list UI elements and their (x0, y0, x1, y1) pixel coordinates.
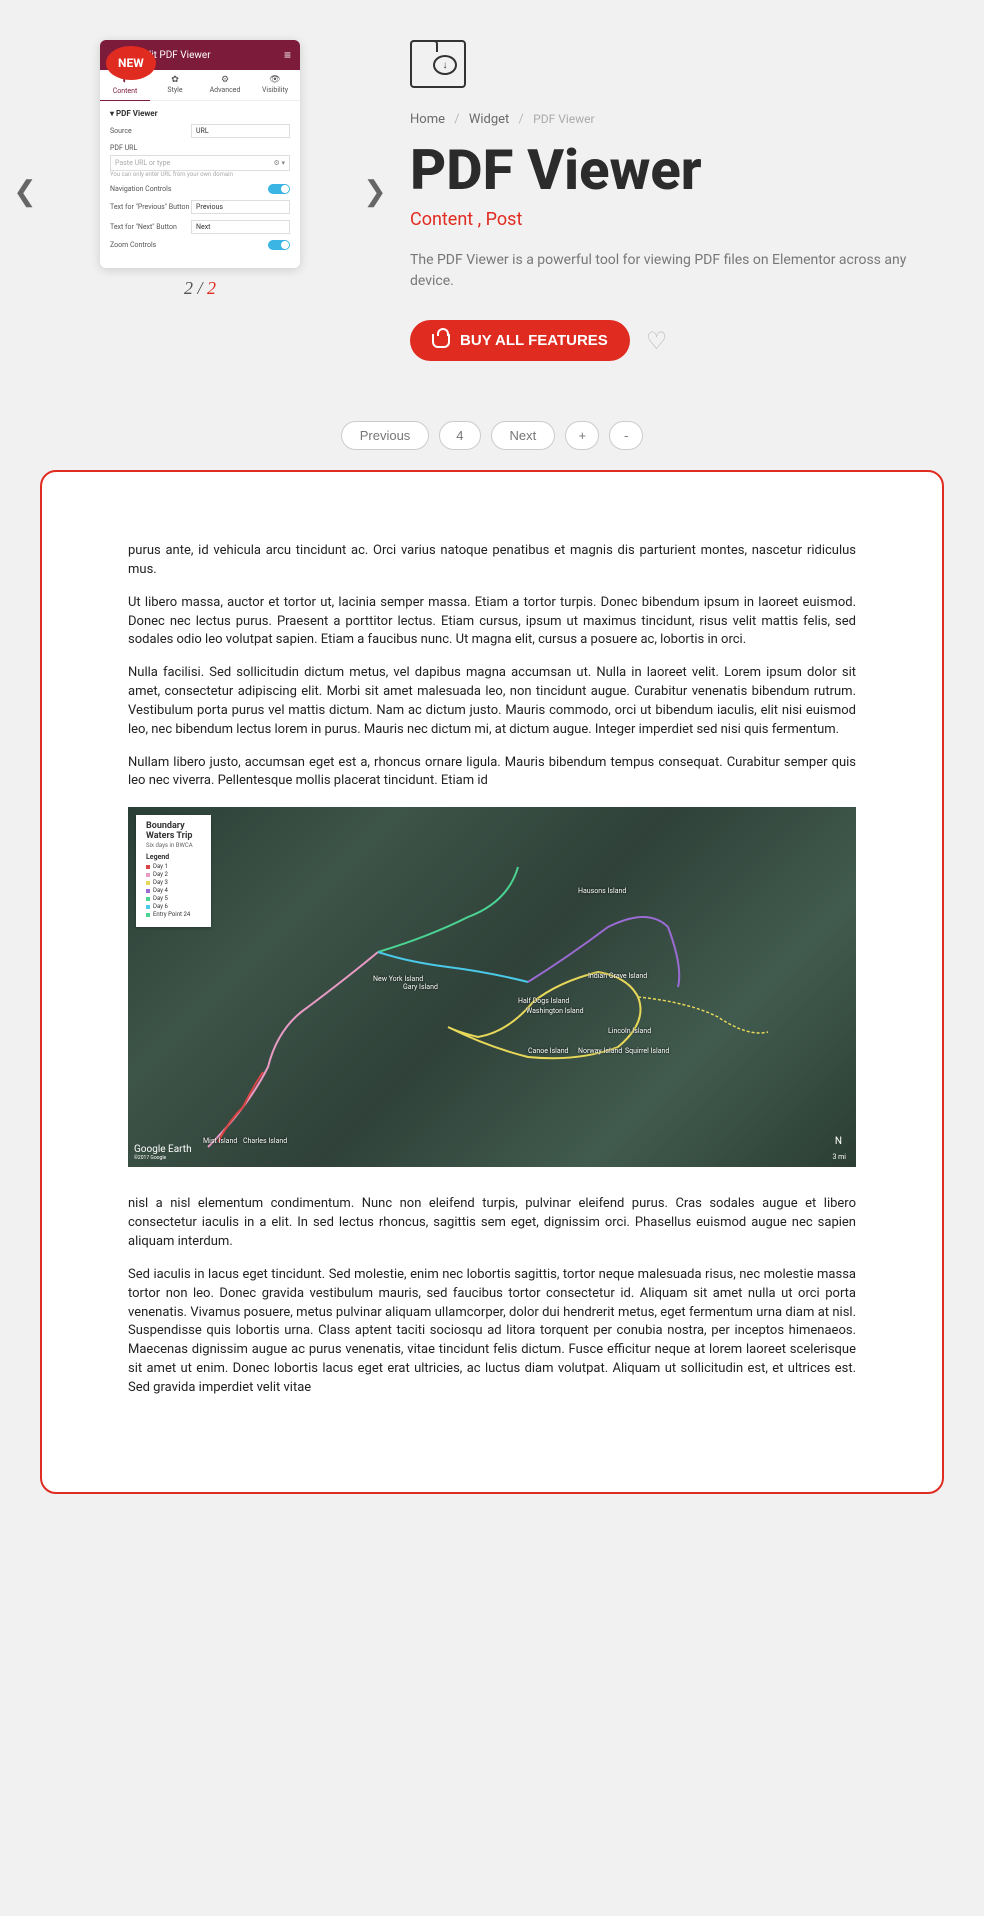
map-image: Boundary Waters Trip Six days in BWCA Le… (128, 807, 856, 1167)
next-text-label: Text for "Next" Button (110, 223, 177, 231)
page-title: PDF Viewer (410, 137, 944, 203)
zoom-controls-toggle (268, 240, 290, 250)
pdf-paragraph: Sed iaculis in lacus eget tincidunt. Sed… (128, 1266, 856, 1398)
top-section: ❮ ❯ NEW Edit PDF Viewer ≡ ◐Content ✿Styl… (40, 20, 944, 381)
hamburger-icon: ≡ (284, 48, 290, 62)
pdf-paragraph: Nullam libero justo, accumsan eget est a… (128, 754, 856, 792)
slide-tab-visibility: 👁Visibility (250, 70, 300, 100)
buy-all-features-button[interactable]: BUY ALL FEATURES (410, 320, 630, 361)
basket-icon (432, 334, 450, 348)
action-row: BUY ALL FEATURES ♡ (410, 320, 944, 361)
map-compass-icon: N (835, 1136, 842, 1147)
carousel-prev-arrow[interactable]: ❮ (10, 174, 40, 207)
pdf-zoom-out-button[interactable]: - (609, 421, 643, 450)
next-text-value: Next (191, 220, 290, 234)
nav-controls-toggle (268, 184, 290, 194)
pdf-url-label: PDF URL (110, 144, 290, 152)
pdf-zoom-in-button[interactable]: + (565, 421, 599, 450)
nav-controls-label: Navigation Controls (110, 185, 171, 193)
new-badge: NEW (106, 46, 156, 80)
wishlist-heart-icon[interactable]: ♡ (646, 327, 668, 355)
pdf-page-number[interactable]: 4 (439, 421, 480, 450)
prev-text-label: Text for "Previous" Button (110, 203, 189, 211)
pdf-viewer-icon: ↓ (410, 40, 466, 88)
slide-section-title: ▾ PDF Viewer (110, 109, 290, 118)
pdf-url-note: You can only enter URL from your own dom… (110, 171, 290, 178)
pdf-paragraph: Nulla facilisi. Sed sollicitudin dictum … (128, 664, 856, 739)
pdf-prev-button[interactable]: Previous (341, 421, 430, 450)
slide-image: NEW Edit PDF Viewer ≡ ◐Content ✿Style ⚙A… (100, 40, 300, 268)
slide-body: ▾ PDF Viewer Source URL PDF URL Paste UR… (100, 101, 300, 268)
pdf-paragraph: nisl a nisl elementum condimentum. Nunc … (128, 1195, 856, 1252)
breadcrumb-current: PDF Viewer (533, 112, 594, 126)
categories[interactable]: Content , Post (410, 209, 944, 230)
map-attribution: Google Earth ©2017 Google (134, 1144, 192, 1161)
breadcrumb-home[interactable]: Home (410, 112, 445, 127)
carousel: ❮ ❯ NEW Edit PDF Viewer ≡ ◐Content ✿Styl… (40, 40, 360, 361)
slide-tab-advanced: ⚙Advanced (200, 70, 250, 100)
pdf-paragraph: purus ante, id vehicula arcu tincidunt a… (128, 542, 856, 580)
carousel-next-arrow[interactable]: ❯ (360, 174, 390, 207)
prev-text-value: Previous (191, 200, 290, 214)
breadcrumb-widget[interactable]: Widget (469, 112, 509, 127)
pdf-controls: Previous 4 Next + - (0, 421, 984, 450)
pdf-viewer-frame: purus ante, id vehicula arcu tincidunt a… (40, 470, 944, 1494)
info-column: ↓ Home / Widget / PDF Viewer PDF Viewer … (410, 40, 944, 361)
slide-counter: 2 / 2 (40, 278, 360, 299)
source-label: Source (110, 127, 132, 135)
description: The PDF Viewer is a powerful tool for vi… (410, 250, 944, 292)
zoom-controls-label: Zoom Controls (110, 241, 156, 249)
breadcrumb: Home / Widget / PDF Viewer (410, 112, 944, 127)
source-select: URL (191, 124, 290, 138)
pdf-url-input: Paste URL or type ⚙ ▾ (110, 155, 290, 171)
slide-tab-style: ✿Style (150, 70, 200, 100)
map-routes (128, 807, 856, 1167)
pdf-paragraph: Ut libero massa, auctor et tortor ut, la… (128, 594, 856, 651)
pdf-next-button[interactable]: Next (491, 421, 556, 450)
map-scale: 3 mi (832, 1153, 846, 1161)
